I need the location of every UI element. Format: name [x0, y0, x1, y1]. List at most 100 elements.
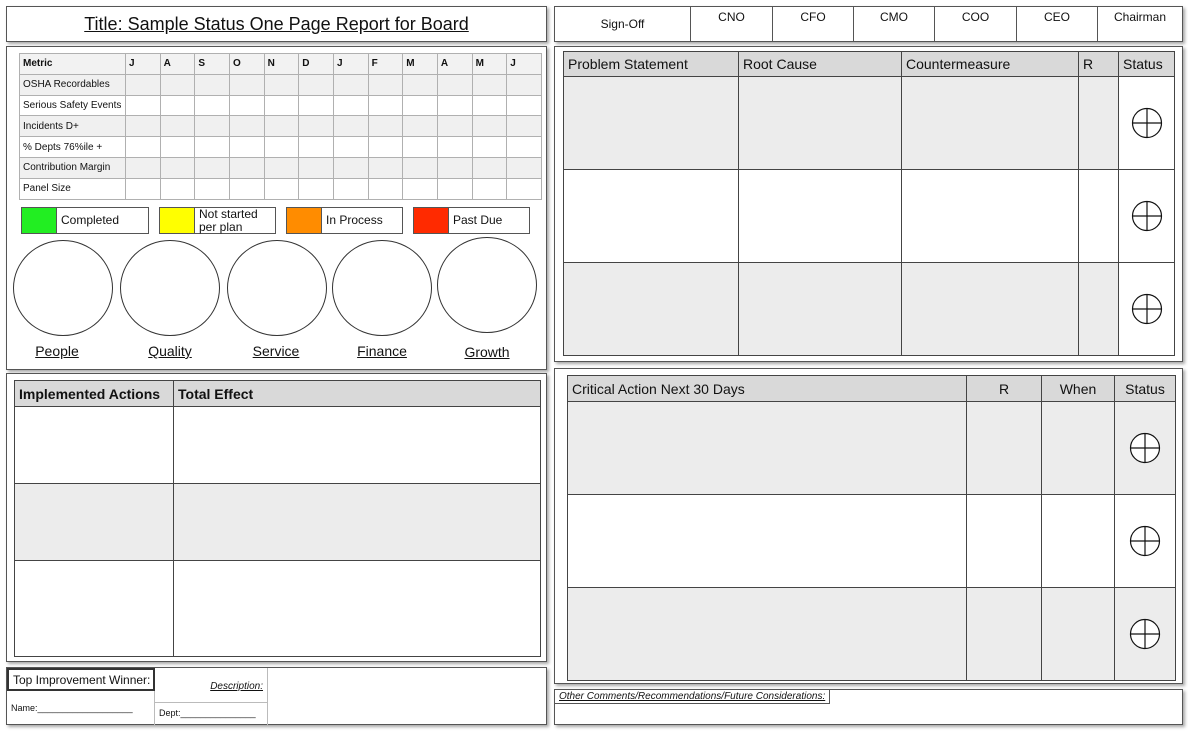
status-crosshair-icon[interactable]	[1129, 432, 1161, 464]
metric-value-cell[interactable]	[194, 156, 230, 179]
metric-value-cell[interactable]	[471, 73, 508, 96]
responsible-cell[interactable]	[966, 587, 1042, 681]
metric-value-cell[interactable]	[194, 73, 230, 96]
status-crosshair-icon[interactable]	[1129, 525, 1161, 557]
metric-value-cell[interactable]	[506, 115, 542, 138]
metric-value-cell[interactable]	[159, 73, 196, 96]
metric-value-cell[interactable]	[228, 73, 265, 96]
metric-value-cell[interactable]	[471, 94, 508, 117]
metric-value-cell[interactable]	[506, 73, 542, 96]
metric-value-cell[interactable]	[436, 94, 473, 117]
status-cell[interactable]	[1114, 587, 1176, 681]
metric-value-cell[interactable]	[298, 136, 334, 158]
metric-value-cell[interactable]	[402, 136, 438, 158]
metric-value-cell[interactable]	[332, 177, 369, 200]
metric-value-cell[interactable]	[402, 73, 438, 96]
metric-value-cell[interactable]	[332, 94, 369, 117]
metric-value-cell[interactable]	[332, 73, 369, 96]
service-circle[interactable]	[227, 240, 327, 336]
metric-value-cell[interactable]	[402, 156, 438, 179]
action-cell[interactable]	[14, 560, 174, 657]
root-cause-cell[interactable]	[738, 76, 902, 170]
effect-cell[interactable]	[173, 483, 541, 561]
metric-value-cell[interactable]	[367, 136, 404, 158]
metric-value-cell[interactable]	[194, 94, 230, 117]
metric-value-cell[interactable]	[263, 156, 300, 179]
when-cell[interactable]	[1041, 587, 1115, 681]
effect-cell[interactable]	[173, 560, 541, 657]
winner-description-label[interactable]: Description:	[155, 668, 268, 702]
metric-value-cell[interactable]	[436, 177, 473, 200]
metric-value-cell[interactable]	[228, 94, 265, 117]
metric-value-cell[interactable]	[367, 177, 404, 200]
critical-action-cell[interactable]	[567, 401, 967, 495]
metric-value-cell[interactable]	[159, 177, 196, 200]
countermeasure-cell[interactable]	[901, 169, 1079, 263]
metric-value-cell[interactable]	[159, 156, 196, 179]
signoff-chairman[interactable]: Chairman	[1098, 7, 1182, 41]
action-cell[interactable]	[14, 406, 174, 484]
winner-name-field[interactable]: Name:___________________	[7, 691, 155, 725]
winner-dept-field[interactable]: Dept:_______________	[155, 702, 268, 725]
growth-circle[interactable]	[437, 237, 537, 333]
metric-value-cell[interactable]	[332, 156, 369, 179]
metric-value-cell[interactable]	[506, 177, 542, 200]
metric-value-cell[interactable]	[228, 156, 265, 179]
metric-value-cell[interactable]	[263, 115, 300, 138]
status-cell[interactable]	[1114, 494, 1176, 588]
countermeasure-cell[interactable]	[901, 262, 1079, 356]
metric-value-cell[interactable]	[367, 115, 404, 138]
metric-value-cell[interactable]	[471, 136, 508, 158]
responsible-cell[interactable]	[1078, 262, 1119, 356]
status-cell[interactable]	[1118, 262, 1175, 356]
critical-action-cell[interactable]	[567, 587, 967, 681]
quality-circle[interactable]	[120, 240, 220, 336]
metric-value-cell[interactable]	[159, 115, 196, 138]
status-cell[interactable]	[1118, 76, 1175, 170]
metric-value-cell[interactable]	[263, 177, 300, 200]
status-cell[interactable]	[1114, 401, 1176, 495]
metric-value-cell[interactable]	[159, 94, 196, 117]
signoff-coo[interactable]: COO	[935, 7, 1017, 41]
problem-cell[interactable]	[563, 169, 739, 263]
when-cell[interactable]	[1041, 401, 1115, 495]
root-cause-cell[interactable]	[738, 262, 902, 356]
metric-value-cell[interactable]	[402, 177, 438, 200]
metric-value-cell[interactable]	[125, 177, 161, 200]
signoff-cmo[interactable]: CMO	[854, 7, 935, 41]
metric-value-cell[interactable]	[402, 115, 438, 138]
root-cause-cell[interactable]	[738, 169, 902, 263]
metric-value-cell[interactable]	[125, 115, 161, 138]
responsible-cell[interactable]	[966, 494, 1042, 588]
metric-value-cell[interactable]	[471, 177, 508, 200]
metric-value-cell[interactable]	[263, 136, 300, 158]
metric-value-cell[interactable]	[298, 115, 334, 138]
status-crosshair-icon[interactable]	[1131, 293, 1163, 325]
metric-value-cell[interactable]	[125, 94, 161, 117]
responsible-cell[interactable]	[966, 401, 1042, 495]
metric-value-cell[interactable]	[298, 177, 334, 200]
metric-value-cell[interactable]	[228, 136, 265, 158]
metric-value-cell[interactable]	[471, 115, 508, 138]
metric-value-cell[interactable]	[436, 115, 473, 138]
countermeasure-cell[interactable]	[901, 76, 1079, 170]
metric-value-cell[interactable]	[125, 136, 161, 158]
finance-circle[interactable]	[332, 240, 432, 336]
metric-value-cell[interactable]	[194, 136, 230, 158]
metric-value-cell[interactable]	[228, 115, 265, 138]
critical-action-cell[interactable]	[567, 494, 967, 588]
problem-cell[interactable]	[563, 76, 739, 170]
metric-value-cell[interactable]	[298, 156, 334, 179]
metric-value-cell[interactable]	[436, 73, 473, 96]
metric-value-cell[interactable]	[125, 156, 161, 179]
signoff-cfo[interactable]: CFO	[773, 7, 854, 41]
status-crosshair-icon[interactable]	[1131, 107, 1163, 139]
metric-value-cell[interactable]	[263, 94, 300, 117]
metric-value-cell[interactable]	[298, 73, 334, 96]
status-crosshair-icon[interactable]	[1131, 200, 1163, 232]
status-cell[interactable]	[1118, 169, 1175, 263]
signoff-ceo[interactable]: CEO	[1017, 7, 1098, 41]
metric-value-cell[interactable]	[125, 73, 161, 96]
responsible-cell[interactable]	[1078, 169, 1119, 263]
signoff-cno[interactable]: CNO	[691, 7, 773, 41]
